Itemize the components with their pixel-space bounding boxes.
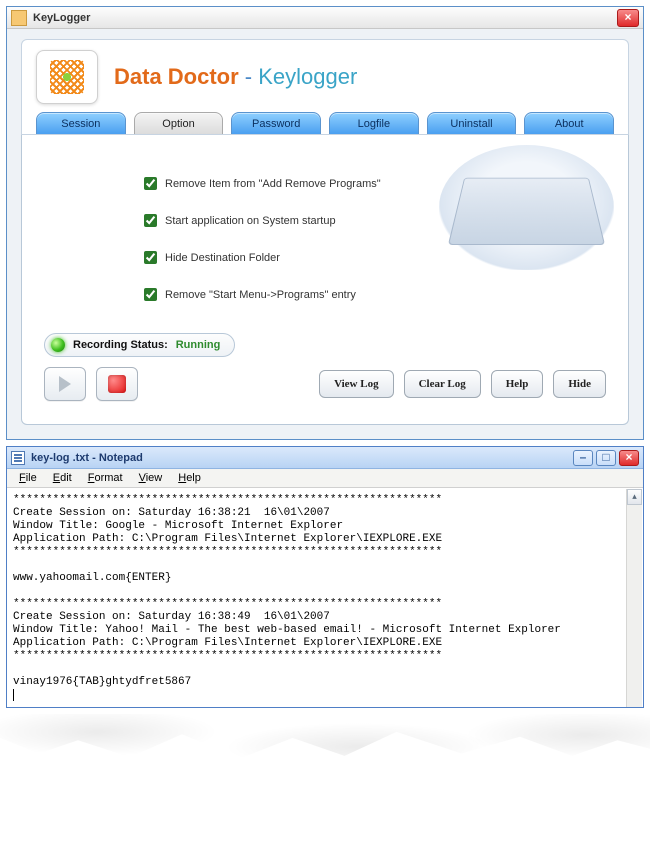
window-controls: – □ × <box>573 450 639 466</box>
tabs-row: Session Option Password Logfile Uninstall Abo… <box>36 112 614 134</box>
option-label: Remove Item from "Add Remove Programs" <box>165 178 381 190</box>
menubar: File Edit Format ViewHelp <box>7 469 643 488</box>
keyboard-illustration <box>439 145 614 270</box>
status-pill: Recording Status: Running <box>44 333 235 357</box>
status-label: Recording Status: <box>73 339 168 351</box>
menu-view[interactable]: View <box>133 471 169 485</box>
option-label: Hide Destination Folder <box>165 252 280 264</box>
minimize-icon: – <box>580 450 587 464</box>
menu-edit[interactable]: Edit <box>47 471 78 485</box>
maximize-icon: □ <box>602 450 609 464</box>
brand-row: Data Doctor - Keylogger <box>36 50 614 114</box>
stop-button[interactable] <box>96 367 138 401</box>
menu-format[interactable]: Format <box>82 471 129 485</box>
app-icon <box>11 10 27 26</box>
notepad-title: key-log .txt - Notepad <box>31 452 143 464</box>
tab-uninstall[interactable]: Uninstall <box>427 112 517 134</box>
option-row: Hide Destination Folder <box>144 251 464 264</box>
option-checkbox[interactable] <box>144 177 157 190</box>
notepad-window: key-log .txt - Notepad – □ × File Edit For… <box>6 446 644 708</box>
tab-about[interactable]: About <box>524 112 614 134</box>
option-row: Remove Item from "Add Remove Programs" <box>144 177 464 190</box>
stop-icon <box>108 375 126 393</box>
torn-paper-edge <box>0 714 650 774</box>
menu-file[interactable]: File <box>13 471 43 485</box>
brand-sub: Keylogger <box>258 64 357 89</box>
option-row: Remove "Start Menu->Programs" entry <box>144 288 464 301</box>
option-checkbox[interactable] <box>144 288 157 301</box>
tab-option[interactable]: Option <box>134 112 224 134</box>
option-label: Start application on System startup <box>165 215 336 227</box>
brand-title: Data Doctor - Keylogger <box>114 64 357 90</box>
hide-button[interactable]: Hide <box>553 370 606 398</box>
notepad-icon <box>11 451 25 465</box>
menu-help[interactable]: Help <box>172 471 207 485</box>
notepad-titlebar[interactable]: key-log .txt - Notepad – □ × <box>7 447 643 469</box>
maximize-button[interactable]: □ <box>596 450 616 466</box>
close-icon: × <box>624 10 631 24</box>
brand-panel: Data Doctor - Keylogger Session Option Pas… <box>21 39 629 135</box>
help-button[interactable]: Help <box>491 370 544 398</box>
notepad-close-button[interactable]: × <box>619 450 639 466</box>
keylogger-titlebar[interactable]: KeyLogger × <box>7 7 643 29</box>
logo-box <box>36 50 98 104</box>
option-row: Start application on System startup <box>144 214 464 227</box>
brand-dash: - <box>239 64 259 89</box>
minimize-button[interactable]: – <box>573 450 593 466</box>
clear-log-button[interactable]: Clear Log <box>404 370 481 398</box>
option-checkbox[interactable] <box>144 214 157 227</box>
window-body: Data Doctor - Keylogger Session Option Pas… <box>7 29 643 439</box>
tab-password[interactable]: Password <box>231 112 321 134</box>
brand-primary: Data Doctor <box>114 64 239 89</box>
option-label: Remove "Start Menu->Programs" entry <box>165 289 356 301</box>
logo-icon <box>50 60 84 94</box>
close-button[interactable]: × <box>617 9 639 27</box>
footer-row: View Log Clear Log Help Hide <box>44 367 606 401</box>
window-title: KeyLogger <box>33 12 90 24</box>
play-icon <box>59 376 71 392</box>
option-checkbox[interactable] <box>144 251 157 264</box>
option-pane: Remove Item from "Add Remove Programs" St… <box>21 135 629 425</box>
notepad-body[interactable]: ****************************************… <box>7 488 643 707</box>
tab-logfile[interactable]: Logfile <box>329 112 419 134</box>
play-button[interactable] <box>44 367 86 401</box>
view-log-button[interactable]: View Log <box>319 370 394 398</box>
status-value: Running <box>176 339 221 351</box>
tab-session[interactable]: Session <box>36 112 126 134</box>
status-led-icon <box>51 338 65 352</box>
keylogger-window: KeyLogger × Data Doctor - Keylogger Sess… <box>6 6 644 440</box>
text-cursor <box>13 689 14 701</box>
close-icon: × <box>625 450 632 464</box>
